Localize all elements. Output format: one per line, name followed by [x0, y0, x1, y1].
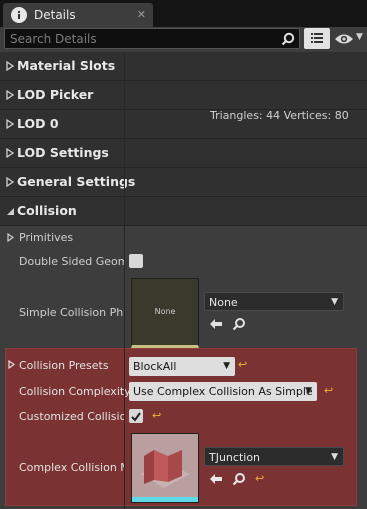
checkmark-icon	[131, 412, 141, 422]
reset-to-default-icon[interactable]: ↩	[238, 358, 247, 371]
browse-search-icon[interactable]	[232, 317, 246, 331]
thumbnail-none-text: None	[154, 307, 176, 316]
category-label: General Settings	[17, 174, 136, 189]
search-box[interactable]	[4, 28, 300, 49]
lod0-info-text: Triangles: 44 Vertices: 80	[210, 109, 349, 122]
complex-collision-mesh-dropdown[interactable]: TJunction ▼	[204, 447, 344, 466]
mesh-preview-icon	[132, 434, 198, 502]
chevron-down-icon: ▼	[223, 361, 230, 371]
expand-arrow-icon	[6, 177, 14, 187]
expand-arrow-icon[interactable]	[7, 233, 14, 242]
column-divider[interactable]	[124, 52, 125, 509]
category-label: LOD 0	[17, 116, 59, 131]
tab-title: Details	[34, 8, 76, 22]
category-collision[interactable]: Collision	[0, 197, 367, 226]
simple-collision-label: Simple Collision Phys	[19, 306, 124, 319]
expand-arrow-icon[interactable]	[8, 360, 15, 369]
details-toolbar: ▼	[0, 27, 367, 52]
expand-arrow-icon	[6, 90, 14, 100]
collapse-arrow-icon	[7, 208, 14, 215]
collision-presets-dropdown[interactable]: BlockAll ▼	[129, 357, 235, 376]
collision-complexity-dropdown[interactable]: Use Complex Collision As Simple ▼	[129, 382, 317, 401]
tab-bar: Details ✕	[0, 0, 367, 27]
view-options-button[interactable]	[304, 28, 330, 49]
double-sided-label: Double Sided Geomet	[19, 255, 124, 268]
info-icon	[11, 7, 27, 23]
expand-arrow-icon	[6, 119, 14, 129]
list-view-icon	[311, 33, 323, 43]
reset-to-default-icon[interactable]: ↩	[152, 409, 161, 422]
expand-arrow-icon	[6, 148, 14, 158]
primitives-label: Primitives	[19, 231, 74, 244]
details-tab[interactable]: Details ✕	[3, 3, 153, 27]
search-icon[interactable]	[281, 31, 295, 50]
dropdown-value: TJunction	[209, 451, 261, 464]
complex-collision-mesh-thumbnail[interactable]	[131, 433, 199, 503]
expand-arrow-icon	[6, 61, 14, 71]
simple-collision-dropdown[interactable]: None ▼	[204, 292, 344, 311]
reset-to-default-icon[interactable]: ↩	[324, 384, 333, 397]
use-selected-arrow-icon[interactable]	[209, 318, 223, 330]
reset-to-default-icon[interactable]: ↩	[255, 472, 264, 485]
collision-complexity-label: Collision Complexity	[19, 385, 131, 398]
use-selected-arrow-icon[interactable]	[209, 473, 223, 485]
customized-collision-checkbox[interactable]	[129, 409, 143, 423]
category-lod-picker[interactable]: LOD Picker	[0, 81, 367, 110]
chevron-down-icon: ▼	[305, 386, 312, 396]
chevron-down-icon: ▼	[331, 297, 338, 307]
category-general-settings[interactable]: General Settings	[0, 168, 367, 197]
eye-icon[interactable]	[334, 31, 354, 50]
dropdown-value: BlockAll	[133, 360, 177, 373]
browse-search-icon[interactable]	[232, 472, 246, 486]
dropdown-value: Use Complex Collision As Simple	[133, 385, 313, 398]
category-label: LOD Picker	[17, 87, 94, 102]
category-label: Material Slots	[17, 58, 116, 73]
complex-collision-mesh-label: Complex Collision Me	[19, 461, 124, 474]
simple-collision-thumbnail[interactable]: None	[131, 278, 199, 348]
eye-dropdown-caret-icon[interactable]: ▼	[356, 32, 363, 42]
dropdown-value: None	[209, 296, 238, 309]
customized-collision-label: Customized Collision	[19, 410, 124, 423]
category-material-slots[interactable]: Material Slots	[0, 52, 367, 81]
category-label: Collision	[17, 203, 77, 218]
close-tab-icon[interactable]: ✕	[137, 8, 146, 21]
category-label: LOD Settings	[17, 145, 109, 160]
search-input[interactable]	[10, 30, 278, 47]
double-sided-checkbox[interactable]	[129, 254, 143, 268]
collision-presets-label: Collision Presets	[19, 359, 109, 372]
category-lod-settings[interactable]: LOD Settings	[0, 139, 367, 168]
chevron-down-icon: ▼	[331, 452, 338, 462]
